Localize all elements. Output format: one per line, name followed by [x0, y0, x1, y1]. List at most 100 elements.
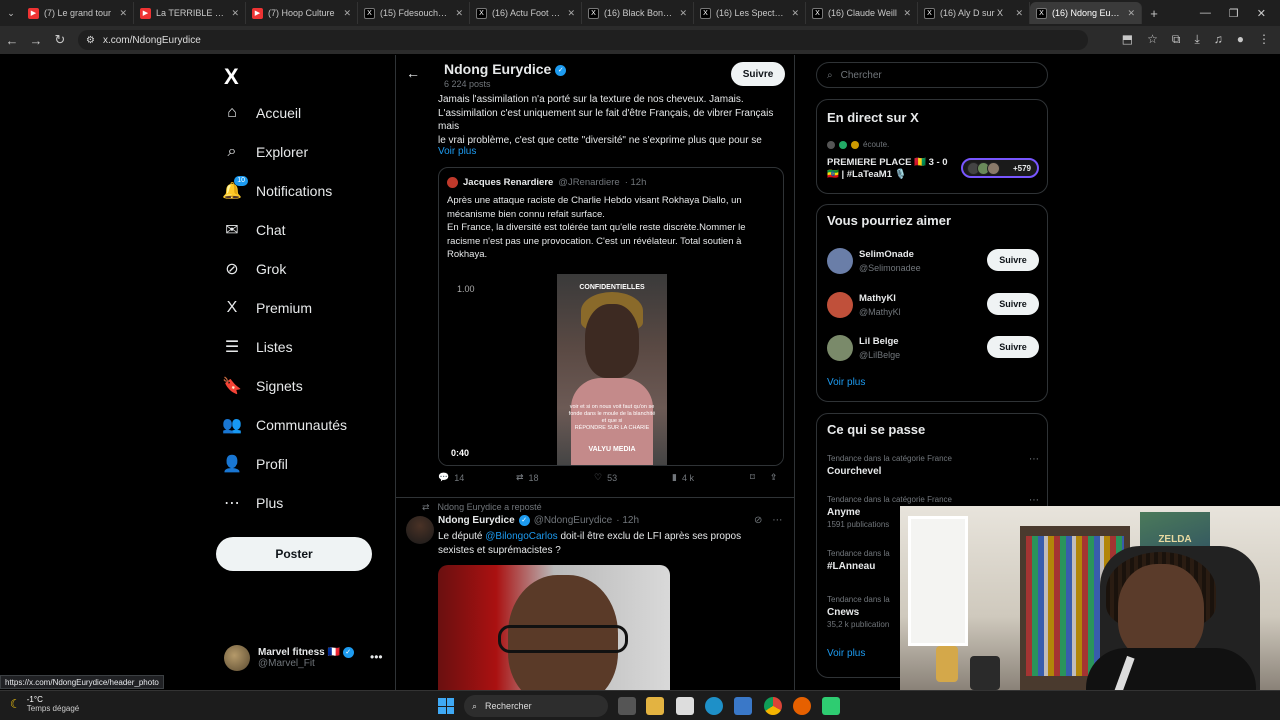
notepad-icon[interactable]: [676, 697, 694, 715]
close-tab-icon[interactable]: ✕: [1015, 8, 1023, 19]
see-more-link[interactable]: Voir plus: [438, 146, 476, 157]
sidebar-item-grok[interactable]: ⊘ Grok: [222, 254, 286, 284]
sidebar-item-plus[interactable]: ⋯ Plus: [222, 488, 283, 518]
like-button[interactable]: ♡ 53: [594, 472, 617, 483]
file-explorer-icon[interactable]: [646, 697, 664, 715]
forward-icon[interactable]: →: [24, 33, 48, 48]
sidebar-item-notifications[interactable]: 🔔 10 Notifications: [222, 176, 332, 206]
live-listeners-pill[interactable]: +579: [961, 158, 1039, 178]
reply-button[interactable]: 💬 14: [438, 472, 464, 483]
browser-tab[interactable]: X (16) Aly D sur X ✕: [918, 2, 1030, 24]
sidebar-item-accueil[interactable]: ⌂ Accueil: [222, 98, 301, 128]
browser-tab[interactable]: ▶ (7) Le grand tour ✕: [22, 2, 134, 24]
x-logo[interactable]: X: [224, 64, 244, 89]
tweet-text[interactable]: Jamais l'assimilation n'a porté sur la t…: [438, 93, 786, 147]
more-icon[interactable]: •••: [370, 650, 383, 664]
post-button[interactable]: Poster: [216, 537, 372, 571]
sidebar-item-communautes[interactable]: 👥 Communautés: [222, 410, 347, 440]
close-tab-icon[interactable]: ✕: [119, 8, 127, 19]
restore-icon[interactable]: ❐: [1229, 7, 1239, 20]
sidebar-item-listes[interactable]: ☰ Listes: [222, 332, 293, 362]
share-button[interactable]: ⇪: [770, 472, 778, 483]
trends-more-link[interactable]: Voir plus: [827, 648, 865, 659]
close-tab-icon[interactable]: ✕: [231, 8, 239, 19]
media-icon[interactable]: ♫: [1214, 32, 1223, 47]
browser-tab[interactable]: X (16) Black Bond P ✕: [582, 2, 694, 24]
close-tab-icon[interactable]: ✕: [1127, 8, 1135, 19]
follow-button[interactable]: Suivre: [987, 249, 1039, 271]
bookmark-button[interactable]: ⌑: [750, 472, 755, 483]
close-tab-icon[interactable]: ✕: [567, 8, 575, 19]
more-icon[interactable]: ⋯: [772, 515, 782, 526]
mention-link[interactable]: @BilongoCarlos: [485, 531, 557, 542]
repost-button[interactable]: ⇄ 18: [516, 472, 539, 483]
trend-item[interactable]: Tendance dans la catégorie France Courche…: [827, 454, 1039, 477]
browser-tab[interactable]: X (16) Claude Weill ✕: [806, 2, 918, 24]
views-button[interactable]: ▮ 4 k: [672, 472, 694, 483]
new-tab-button[interactable]: +: [1142, 6, 1166, 21]
browser-tab[interactable]: ▶ La TERRIBLE CHUTE ✕: [134, 2, 246, 24]
grok-icon[interactable]: ⊘: [754, 515, 762, 526]
taskbar-search[interactable]: ⌕ Rechercher: [464, 695, 608, 717]
suggest-more-link[interactable]: Voir plus: [827, 377, 865, 388]
browser-tab[interactable]: X (15) Fdesouche.com ✕: [358, 2, 470, 24]
back-icon[interactable]: ←: [0, 33, 24, 48]
url-field[interactable]: ⚙ x.com/NdongEurydice: [78, 30, 1088, 50]
sidebar-item-signets[interactable]: 🔖 Signets: [222, 371, 303, 401]
repost-label-text[interactable]: Ndong Eurydice a reposté: [438, 502, 542, 513]
tweet-image[interactable]: [438, 565, 670, 690]
close-tab-icon[interactable]: ✕: [679, 8, 687, 19]
bookmark-star-icon[interactable]: ☆: [1147, 32, 1158, 47]
close-tab-icon[interactable]: ✕: [455, 8, 463, 19]
windows-start-icon[interactable]: [438, 698, 454, 714]
tweet-author-avatar[interactable]: [406, 516, 434, 544]
follow-button[interactable]: Suivre: [987, 336, 1039, 358]
video-player[interactable]: 1.00 CONFIDENTIELLES voir et si on nous …: [439, 272, 783, 465]
follow-button[interactable]: Suivre: [731, 62, 785, 86]
browser-tab[interactable]: ▶ (7) Hoop Culture ✕: [246, 2, 358, 24]
browser-tab[interactable]: X (16) Ndong Eurydice ✕: [1030, 2, 1142, 24]
sidebar-item-chat[interactable]: ✉ Chat: [222, 215, 285, 245]
suggested-user[interactable]: MathyKl @MathyKl Suivre: [827, 289, 1039, 323]
extensions-icon[interactable]: ⧉: [1172, 32, 1181, 47]
tweet-author-handle[interactable]: @NdongEurydice: [534, 515, 613, 526]
tweet-author-name[interactable]: Ndong Eurydice: [438, 515, 515, 526]
back-arrow-icon[interactable]: ←: [406, 65, 420, 81]
task-view-icon[interactable]: [618, 697, 636, 715]
minimize-icon[interactable]: —: [1200, 7, 1211, 19]
browser-tab[interactable]: X (16) Actu Foot sur X ✕: [470, 2, 582, 24]
edge-icon[interactable]: [705, 697, 723, 715]
close-tab-icon[interactable]: ✕: [903, 8, 911, 19]
close-window-icon[interactable]: ✕: [1257, 7, 1266, 20]
profile-avatar-icon[interactable]: ●: [1237, 32, 1244, 47]
tweet-time[interactable]: · 12h: [616, 515, 639, 526]
profile-timeline[interactable]: ← Ndong Eurydice ✓ 6 224 posts Suivre Ja…: [395, 55, 795, 690]
store-icon[interactable]: [734, 697, 752, 715]
more-icon[interactable]: ⋯: [1029, 454, 1039, 465]
chrome-icon[interactable]: [764, 697, 782, 715]
site-info-icon[interactable]: ⚙: [86, 35, 95, 46]
sidebar-item-profil[interactable]: 👤 Profil: [222, 449, 288, 479]
follow-button[interactable]: Suivre: [987, 292, 1039, 315]
download-icon[interactable]: ⤓: [1194, 32, 1199, 47]
sidebar-item-premium[interactable]: X Premium: [222, 293, 312, 323]
search-input[interactable]: ⌕ Chercher: [816, 62, 1048, 88]
browser-menu-icon[interactable]: ⋮: [1258, 32, 1270, 47]
install-app-icon[interactable]: ⬒: [1122, 32, 1133, 47]
tweet-text[interactable]: Le député @BilongoCarlos doit-il être ex…: [438, 530, 758, 557]
playback-speed[interactable]: 1.00: [457, 284, 475, 294]
sidebar-item-explorer[interactable]: ⌕ Explorer: [222, 137, 309, 167]
reload-icon[interactable]: ↻: [48, 32, 72, 48]
tab-search-icon[interactable]: ⌄: [0, 8, 22, 19]
live-panel[interactable]: En direct sur X écoute. PREMIERE PLACE 🇬…: [816, 99, 1048, 194]
weather-widget[interactable]: ☾ -1°C Temps dégagé: [10, 695, 79, 713]
browser-tab[interactable]: X (16) Les Spectateurs ✕: [694, 2, 806, 24]
more-icon[interactable]: ⋯: [1029, 495, 1039, 506]
suggested-user[interactable]: SelimOnade @Selimonadee Suivre: [827, 245, 1039, 279]
quoted-tweet[interactable]: Jacques Renardiere @JRenardiere · 12h Ap…: [438, 167, 784, 466]
app-icon[interactable]: [822, 697, 840, 715]
suggested-user[interactable]: Lil Belge @LilBelge Suivre: [827, 332, 1039, 366]
firefox-icon[interactable]: [793, 697, 811, 715]
account-switcher[interactable]: Marvel fitness 🇫🇷 ✓ @Marvel_Fit •••: [224, 644, 384, 672]
close-tab-icon[interactable]: ✕: [791, 8, 799, 19]
